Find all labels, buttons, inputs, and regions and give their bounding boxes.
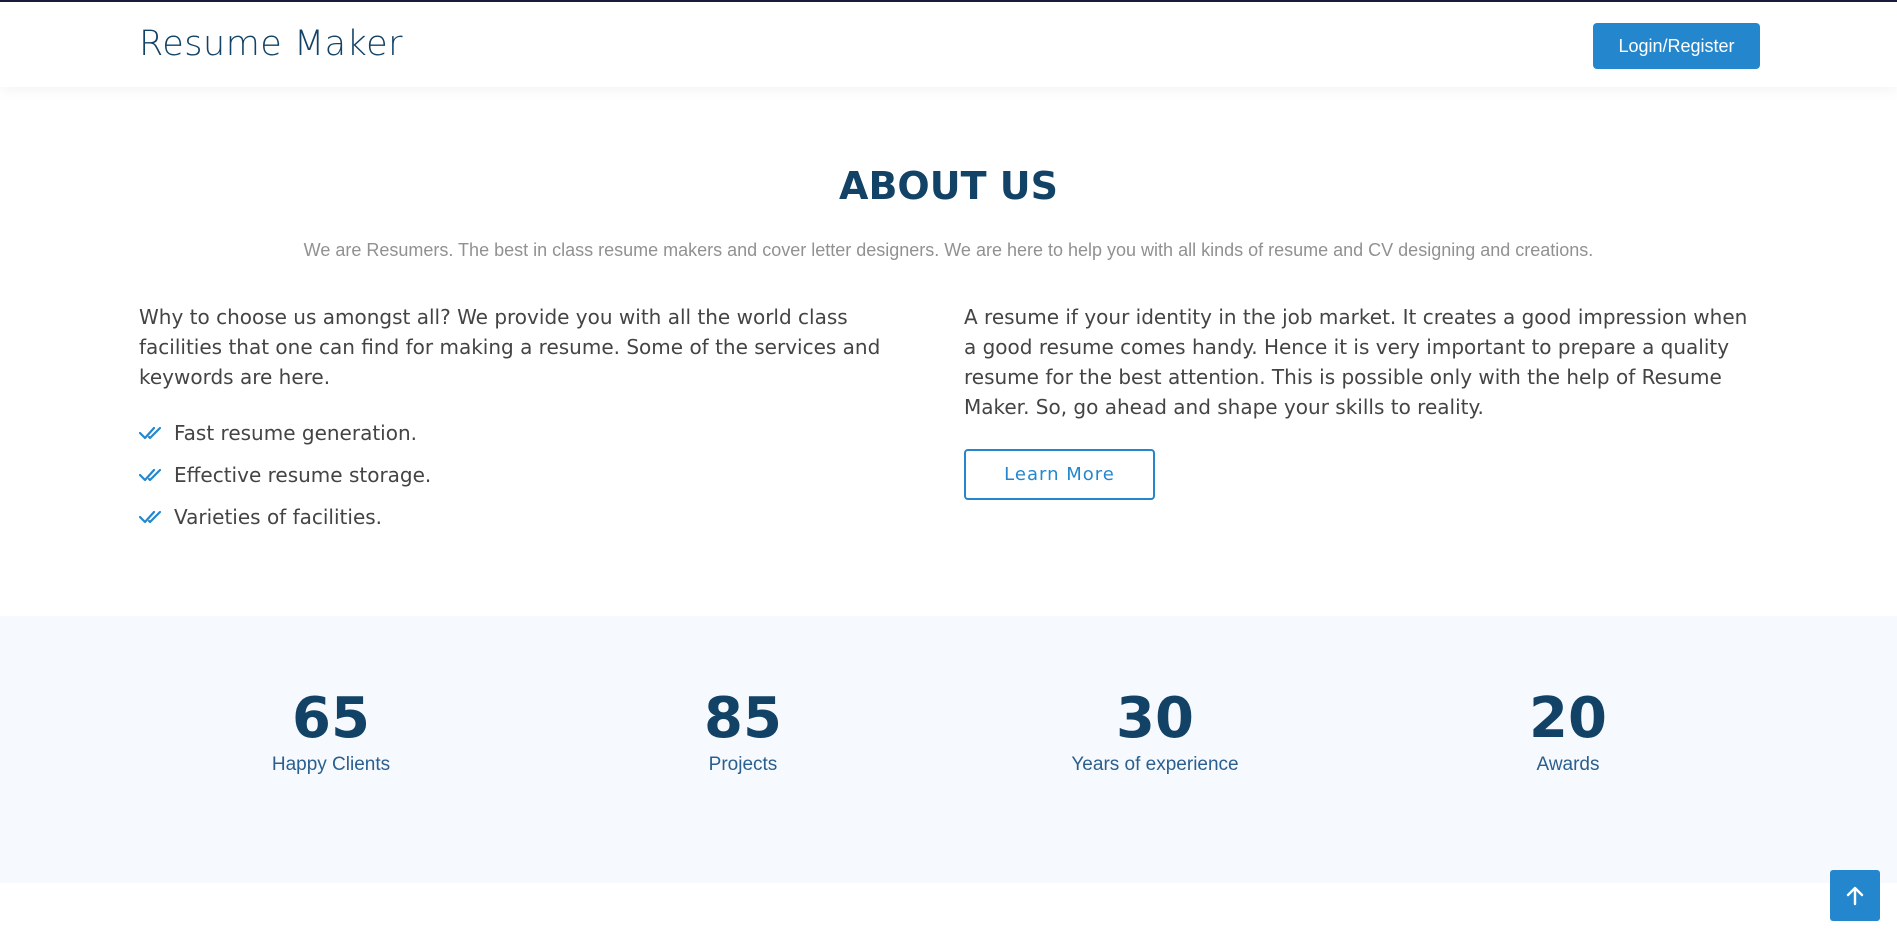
count-item-happy-clients: 65 Happy Clients [181,688,481,776]
about-right-column: A resume if your identity in the job mar… [964,302,1764,422]
about-left-column: Why to choose us amongst all? We provide… [139,302,929,538]
feature-label: Fast resume generation. [174,421,417,445]
about-subtitle: We are Resumers. The best in class resum… [303,240,1594,260]
learn-more-button[interactable]: Learn More [964,449,1155,500]
count-label: Projects [708,754,778,775]
about-right-paragraph: A resume if your identity in the job mar… [964,305,1748,419]
counts-section: 65 Happy Clients 85 Projects 30 Years of… [0,616,1897,883]
double-check-icon [139,468,162,482]
feature-item: Varieties of facilities. [139,496,929,538]
feature-label: Varieties of facilities. [174,505,383,529]
count-value: 30 [1116,686,1194,751]
count-label: Happy Clients [271,754,391,775]
count-value: 20 [1529,686,1607,751]
feature-list: Fast resume generation. Effective resume… [139,412,929,538]
count-label: Awards [1536,754,1600,775]
back-to-top-button[interactable] [1830,870,1880,921]
count-label: Years of experience [1071,754,1239,775]
arrow-up-icon [1846,886,1864,905]
about-left-paragraph: Why to choose us amongst all? We provide… [139,305,881,389]
site-header: Resume Maker Login/Register [0,0,1897,87]
count-item-years-experience: 30 Years of experience [1005,688,1305,776]
site-logo[interactable]: Resume Maker [139,24,403,64]
count-item-awards: 20 Awards [1418,688,1718,776]
double-check-icon [139,510,162,524]
login-register-button[interactable]: Login/Register [1593,23,1760,69]
about-title: ABOUT US [839,164,1058,208]
count-value: 85 [704,686,782,751]
feature-item: Fast resume generation. [139,412,929,454]
double-check-icon [139,426,162,440]
count-item-projects: 85 Projects [593,688,893,776]
feature-label: Effective resume storage. [174,463,432,487]
feature-item: Effective resume storage. [139,454,929,496]
count-value: 65 [292,686,370,751]
